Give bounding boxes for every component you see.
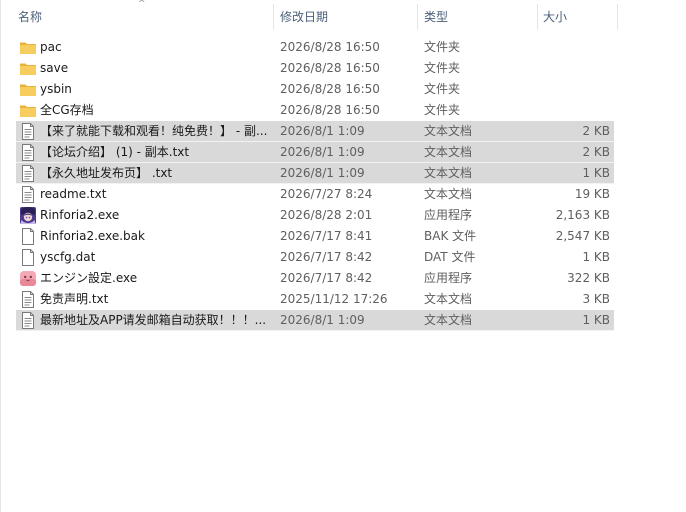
file-modified-date: 2026/8/28 16:50 bbox=[280, 82, 380, 96]
column-divider[interactable] bbox=[273, 4, 274, 30]
column-divider[interactable] bbox=[617, 4, 618, 30]
file-size: 1 KB bbox=[582, 166, 610, 180]
file-size: 322 KB bbox=[567, 271, 610, 285]
file-modified-date: 2026/8/1 1:09 bbox=[280, 166, 365, 180]
file-type: 文本文档 bbox=[424, 145, 473, 159]
file-type: BAK 文件 bbox=[424, 229, 477, 243]
folder-icon bbox=[19, 60, 37, 77]
file-row[interactable]: pac 2026/8/28 16:50 文件夹 bbox=[16, 37, 614, 58]
folder-icon bbox=[19, 102, 37, 119]
file-modified-date: 2026/8/28 16:50 bbox=[280, 40, 380, 54]
file-name: 【来了就能下载和观看！纯免费！】 - 副... bbox=[40, 124, 268, 138]
file-type: 应用程序 bbox=[424, 271, 473, 285]
file-name: 最新地址及APP请发邮箱自动获取！！！... bbox=[40, 313, 267, 327]
file-row[interactable]: 全CG存档 2026/8/28 16:50 文件夹 bbox=[16, 100, 614, 121]
column-header-bar: ^ 名称 修改日期 类型 大小 bbox=[0, 0, 620, 34]
text-file-icon bbox=[19, 144, 37, 161]
file-type: 文本文档 bbox=[424, 292, 473, 306]
file-type: 文件夹 bbox=[424, 40, 461, 54]
file-size bbox=[536, 79, 610, 100]
file-name: 【论坛介绍】 (1) - 副本.txt bbox=[40, 145, 190, 159]
file-type: 应用程序 bbox=[424, 208, 473, 222]
file-modified-date: 2025/11/12 17:26 bbox=[280, 292, 388, 306]
file-row[interactable]: yscfg.dat 2026/7/17 8:42 DAT 文件 1 KB bbox=[16, 247, 614, 268]
file-row[interactable]: 【永久地址发布页】 .txt 2026/8/1 1:09 文本文档 1 KB bbox=[16, 163, 614, 184]
text-file-icon bbox=[19, 165, 37, 182]
file-row[interactable]: 【论坛介绍】 (1) - 副本.txt 2026/8/1 1:09 文本文档 2 KB bbox=[16, 142, 614, 163]
file-row[interactable]: Rinforia2.exe 2026/8/28 2:01 应用程序 2,163 KB bbox=[16, 205, 614, 226]
file-modified-date: 2026/8/28 16:50 bbox=[280, 61, 380, 75]
file-modified-date: 2026/7/17 8:42 bbox=[280, 250, 373, 264]
file-name: エンジン設定.exe bbox=[40, 271, 138, 285]
file-modified-date: 2026/8/1 1:09 bbox=[280, 313, 365, 327]
file-type: 文本文档 bbox=[424, 166, 473, 180]
file-name: save bbox=[40, 61, 69, 75]
column-header-type[interactable]: 类型 bbox=[424, 0, 529, 34]
file-name: 【永久地址发布页】 .txt bbox=[40, 166, 173, 180]
app-character-icon bbox=[19, 207, 37, 224]
file-modified-date: 2026/8/28 16:50 bbox=[280, 103, 380, 117]
file-size: 2,163 KB bbox=[555, 208, 610, 222]
file-modified-date: 2026/7/17 8:42 bbox=[280, 271, 373, 285]
column-divider[interactable] bbox=[537, 4, 538, 30]
pane-edge bbox=[0, 0, 1, 512]
file-name: yscfg.dat bbox=[40, 250, 96, 264]
text-file-icon bbox=[19, 186, 37, 203]
file-modified-date: 2026/8/28 2:01 bbox=[280, 208, 373, 222]
file-row[interactable]: ysbin 2026/8/28 16:50 文件夹 bbox=[16, 79, 614, 100]
blank-file-icon bbox=[19, 228, 37, 245]
column-header-name[interactable]: 名称 bbox=[18, 0, 268, 34]
file-type: 文件夹 bbox=[424, 82, 461, 96]
file-name: Rinforia2.exe bbox=[40, 208, 120, 222]
text-file-icon bbox=[19, 123, 37, 140]
file-size: 19 KB bbox=[574, 187, 610, 201]
app-pink-icon bbox=[19, 270, 37, 287]
file-modified-date: 2026/8/1 1:09 bbox=[280, 145, 365, 159]
file-type: 文件夹 bbox=[424, 103, 461, 117]
file-row[interactable]: エンジン設定.exe 2026/7/17 8:42 应用程序 322 KB bbox=[16, 268, 614, 289]
file-name: Rinforia2.exe.bak bbox=[40, 229, 145, 243]
file-size bbox=[536, 58, 610, 79]
column-divider[interactable] bbox=[417, 4, 418, 30]
file-name: pac bbox=[40, 40, 62, 54]
column-header-date[interactable]: 修改日期 bbox=[280, 0, 410, 34]
file-name: readme.txt bbox=[40, 187, 107, 201]
file-row[interactable]: 最新地址及APP请发邮箱自动获取！！！... 2026/8/1 1:09 文本文档 1… bbox=[16, 310, 614, 331]
file-row[interactable]: 免责声明.txt 2025/11/12 17:26 文本文档 3 KB bbox=[16, 289, 614, 310]
folder-icon bbox=[19, 39, 37, 56]
blank-file-icon bbox=[19, 249, 37, 266]
text-file-icon bbox=[19, 312, 37, 329]
file-explorer-list: ^ 名称 修改日期 类型 大小 pac 2026/8/28 16:50 文件夹 sav… bbox=[0, 0, 686, 512]
file-type: 文件夹 bbox=[424, 61, 461, 75]
file-size bbox=[536, 100, 610, 121]
file-size bbox=[536, 37, 610, 58]
file-modified-date: 2026/8/1 1:09 bbox=[280, 124, 365, 138]
file-size: 1 KB bbox=[582, 250, 610, 264]
column-header-size[interactable]: 大小 bbox=[543, 0, 613, 34]
file-type: 文本文档 bbox=[424, 313, 473, 327]
file-modified-date: 2026/7/27 8:24 bbox=[280, 187, 373, 201]
file-modified-date: 2026/7/17 8:41 bbox=[280, 229, 373, 243]
file-type: 文本文档 bbox=[424, 124, 473, 138]
file-size: 2,547 KB bbox=[555, 229, 610, 243]
file-name: 免责声明.txt bbox=[40, 292, 109, 306]
file-size: 2 KB bbox=[582, 145, 610, 159]
file-size: 3 KB bbox=[582, 292, 610, 306]
file-name: ysbin bbox=[40, 82, 72, 96]
text-file-icon bbox=[19, 291, 37, 308]
file-row[interactable]: save 2026/8/28 16:50 文件夹 bbox=[16, 58, 614, 79]
file-row[interactable]: readme.txt 2026/7/27 8:24 文本文档 19 KB bbox=[16, 184, 614, 205]
file-size: 2 KB bbox=[582, 124, 610, 138]
file-name: 全CG存档 bbox=[40, 103, 94, 117]
file-size: 1 KB bbox=[582, 313, 610, 327]
file-type: DAT 文件 bbox=[424, 250, 476, 264]
file-row[interactable]: 【来了就能下载和观看！纯免费！】 - 副... 2026/8/1 1:09 文本文档… bbox=[16, 121, 614, 142]
file-row[interactable]: Rinforia2.exe.bak 2026/7/17 8:41 BAK 文件 2,5… bbox=[16, 226, 614, 247]
folder-icon bbox=[19, 81, 37, 98]
file-type: 文本文档 bbox=[424, 187, 473, 201]
